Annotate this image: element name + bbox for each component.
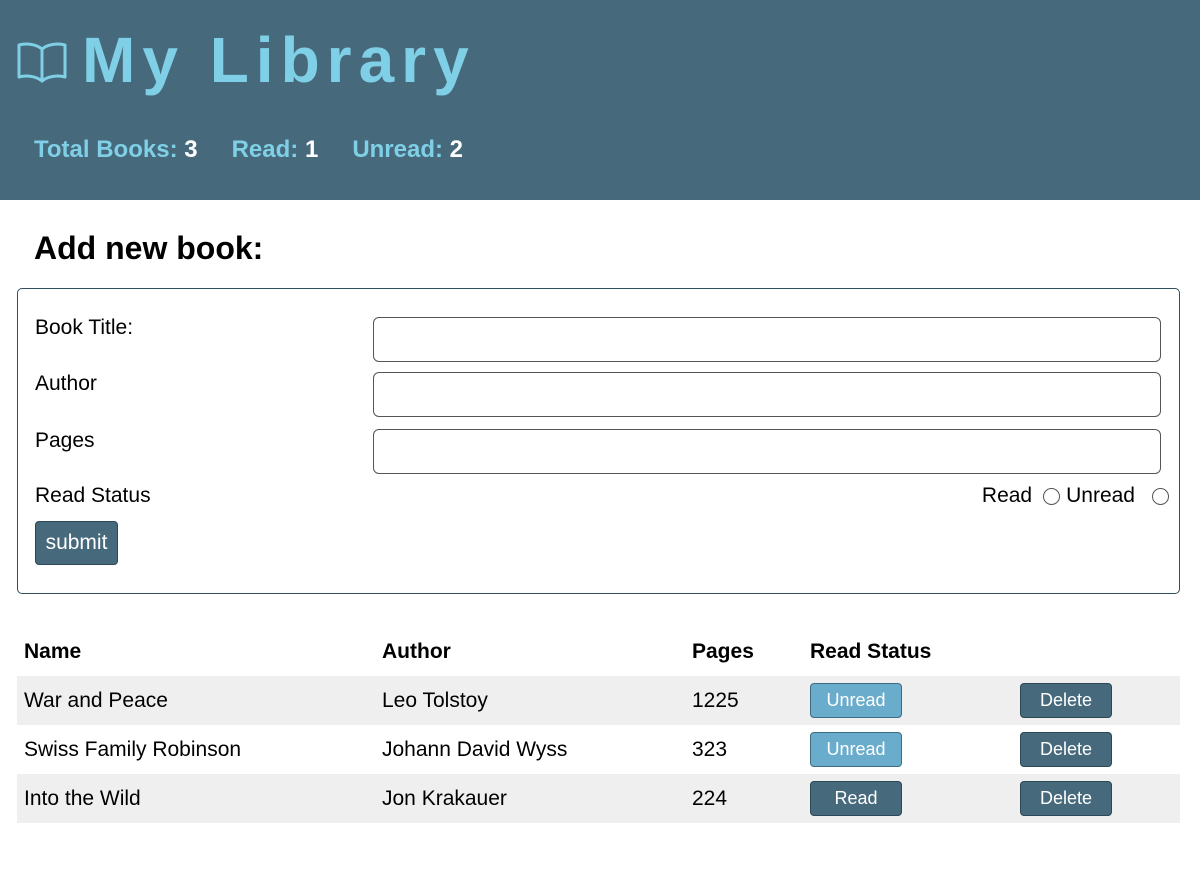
unread-stat: Unread: 2 [352,136,463,164]
delete-book-button[interactable]: Delete [1020,781,1112,816]
delete-book-button[interactable]: Delete [1020,732,1112,767]
book-author-cell: Jon Krakauer [382,786,507,810]
table-row: War and Peace Leo Tolstoy 1225 Unread De… [17,676,1180,725]
column-header-actions [1013,628,1180,676]
author-input[interactable] [373,372,1161,417]
read-stat: Read: 1 [232,136,319,164]
book-status-cell: Unread [803,676,1013,725]
author-label: Author [35,372,97,395]
toggle-status-button[interactable]: Unread [810,683,902,718]
read-status-options: Read Unread [982,484,1169,508]
book-author-cell: Leo Tolstoy [382,688,488,712]
pages-input[interactable] [373,429,1161,474]
table-row: Swiss Family Robinson Johann David Wyss … [17,725,1180,774]
book-actions-cell: Delete [1013,774,1180,823]
book-actions-cell: Delete [1013,725,1180,774]
book-status-cell: Read [803,774,1013,823]
unread-count-value: 2 [449,136,464,163]
unread-radio[interactable] [1152,487,1169,505]
book-pages-cell: 323 [692,737,728,761]
library-stats: Total Books: 3 Read: 1 Unread: 2 [34,136,497,164]
book-status-cell: Unread [803,725,1013,774]
column-header-author: Author [382,640,451,663]
book-name-cell: War and Peace [24,688,168,712]
read-status-label: Read Status [35,484,151,507]
books-table: Name Author Pages Read Status War and Pe… [17,628,1180,823]
open-book-icon [17,42,67,83]
read-option-label: Read [981,484,1033,507]
book-name-cell: Into the Wild [24,786,141,810]
unread-count-label: Unread: [352,136,443,163]
column-header-name: Name [24,640,82,663]
add-book-form: Book Title: Author Pages Read Status Rea… [17,288,1180,594]
column-header-read-status: Read Status [810,640,932,663]
table-row: Into the Wild Jon Krakauer 224 Read Dele… [17,774,1180,823]
read-count-value: 1 [304,136,319,163]
table-header-row: Name Author Pages Read Status [17,628,1180,676]
total-books-value: 3 [184,136,198,163]
book-name-cell: Swiss Family Robinson [24,737,242,761]
read-radio[interactable] [1043,487,1061,505]
book-pages-cell: 224 [692,786,728,810]
delete-book-button[interactable]: Delete [1020,683,1112,718]
toggle-status-button[interactable]: Unread [810,732,902,767]
app-header: My Library Total Books: 3 Read: 1 Unread… [0,0,1200,200]
toggle-status-button[interactable]: Read [810,781,902,816]
unread-option-label: Unread [1066,484,1135,507]
book-title-label: Book Title: [35,316,134,339]
title-row: My Library [16,28,476,92]
book-author-cell: Johann David Wyss [382,737,568,761]
total-books-stat: Total Books: 3 [34,136,198,164]
add-book-heading: Add new book: [34,230,264,266]
submit-button[interactable]: submit [35,521,118,565]
total-books-label: Total Books: [34,136,178,163]
read-count-label: Read: [231,136,299,163]
app-title: My Library [82,24,476,96]
book-pages-cell: 1225 [692,688,739,712]
pages-label: Pages [35,429,95,452]
book-actions-cell: Delete [1013,676,1180,725]
book-title-input[interactable] [373,317,1161,362]
column-header-pages: Pages [692,640,754,663]
